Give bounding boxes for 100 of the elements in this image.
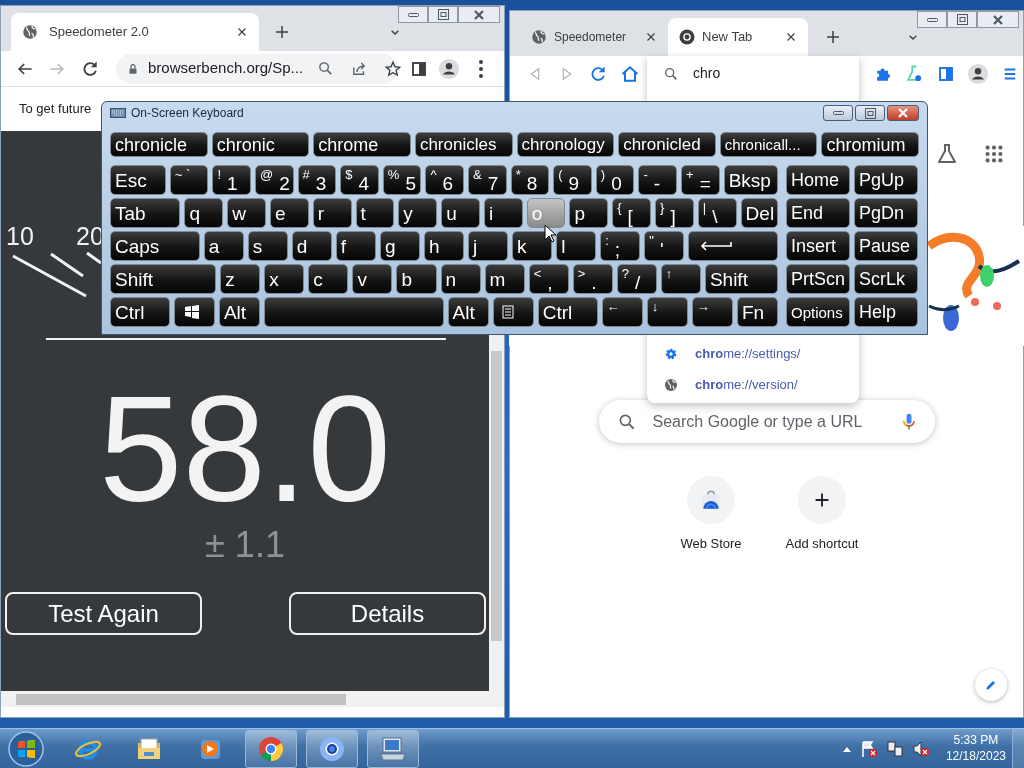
keyboard-key[interactable]: } ] — [655, 198, 694, 228]
browser-tab[interactable]: Speedometer 2.0 — [11, 13, 259, 51]
keyboard-key[interactable]: Tab — [110, 198, 181, 228]
network-icon[interactable] — [885, 739, 904, 758]
keyboard-key[interactable] — [688, 231, 778, 261]
keyboard-key[interactable]: ? / — [616, 264, 657, 294]
close-button[interactable] — [977, 11, 1019, 28]
minimize-button[interactable] — [823, 105, 853, 121]
keyboard-key[interactable]: ^ 6 — [425, 165, 465, 195]
keyboard-key[interactable]: : ; — [600, 231, 641, 261]
keyboard-key[interactable]: i — [483, 198, 523, 228]
minimize-button[interactable] — [398, 6, 428, 23]
keyboard-key[interactable]: Shift — [704, 264, 778, 294]
minimize-button[interactable] — [917, 11, 947, 28]
keyboard-key[interactable]: End — [786, 198, 850, 228]
keyboard-key[interactable]: r — [312, 198, 352, 228]
keyboard-key[interactable]: { [ — [612, 198, 652, 228]
keyboard-key[interactable]: Home — [786, 165, 850, 195]
keyboard-key[interactable]: g — [379, 231, 420, 261]
keyboard-key[interactable]: t — [355, 198, 395, 228]
new-tab-button[interactable] — [273, 23, 291, 41]
keyboard-key[interactable]: | \ — [697, 198, 737, 228]
keyboard-key[interactable]: x — [264, 264, 305, 294]
scrollbar-thumb[interactable] — [491, 351, 502, 641]
keyboard-key[interactable]: Caps — [110, 231, 200, 261]
keyboard-key[interactable]: f — [335, 231, 376, 261]
start-button[interactable] — [6, 728, 46, 768]
keyboard-key[interactable]: Fn — [736, 297, 778, 327]
keyboard-key[interactable]: PgUp — [854, 165, 918, 195]
maximize-button[interactable] — [947, 11, 977, 28]
keyboard-key[interactable]: ! 1 — [212, 165, 251, 195]
maximize-button[interactable] — [428, 6, 458, 23]
keyboard-key[interactable]: b — [396, 264, 437, 294]
close-button[interactable] — [887, 105, 919, 121]
keyboard-key[interactable]: l — [556, 231, 597, 261]
keyboard-key[interactable]: Insert — [786, 231, 850, 261]
keyboard-key[interactable]: PgDn — [854, 198, 918, 228]
prediction-key[interactable]: chronicled — [618, 132, 716, 157]
keyboard-key[interactable]: p — [569, 198, 609, 228]
keyboard-key[interactable]: k — [512, 231, 553, 261]
keyboard-key[interactable] — [173, 297, 215, 327]
profile-button[interactable] — [438, 57, 460, 80]
side-panel-button[interactable] — [937, 65, 955, 83]
keyboard-key[interactable]: Alt — [218, 297, 260, 327]
keyboard-key[interactable]: c — [308, 264, 349, 294]
prediction-key[interactable]: chronicle — [110, 132, 208, 157]
prediction-key[interactable]: chronic — [211, 132, 310, 157]
browser-tab[interactable]: New Tab — [668, 18, 808, 56]
action-center-flag-icon[interactable] — [859, 739, 878, 758]
keyboard-key[interactable]: # 3 — [297, 165, 337, 195]
browser-tab[interactable]: Speedometer — [524, 18, 664, 56]
keyboard-key[interactable]: ↓ — [646, 297, 688, 327]
prediction-key[interactable]: chronicall... — [719, 132, 818, 157]
keyboard-key[interactable]: < , — [528, 264, 569, 294]
keyboard-key[interactable]: a — [203, 231, 244, 261]
prediction-key[interactable]: chromium — [821, 132, 919, 157]
clock[interactable]: 5:33 PM 12/18/2023 — [945, 732, 1006, 765]
keyboard-key[interactable]: " ' — [644, 231, 685, 261]
keyboard-key[interactable]: + = — [681, 165, 720, 195]
keyboard-key[interactable]: @ 2 — [255, 165, 294, 195]
keyboard-key[interactable]: z — [220, 264, 261, 294]
taskbar-app[interactable] — [367, 729, 419, 768]
keyboard-key[interactable]: Options — [786, 297, 850, 327]
profile-button[interactable] — [967, 63, 989, 85]
prediction-key[interactable]: chronology — [516, 132, 615, 157]
home-button[interactable] — [620, 64, 640, 84]
side-panel-button[interactable] — [410, 59, 428, 78]
keyboard-key[interactable]: Pause — [854, 231, 918, 261]
keyboard-key[interactable]: v — [352, 264, 393, 294]
keyboard-key[interactable]: e — [270, 198, 309, 228]
keyboard-key[interactable]: s — [247, 231, 288, 261]
keyboard-key[interactable]: u — [441, 198, 480, 228]
keyboard-key[interactable]: d — [291, 231, 332, 261]
keyboard-key[interactable]: ( 9 — [553, 165, 592, 195]
keyboard-key[interactable]: ) 0 — [595, 165, 635, 195]
new-tab-button[interactable] — [824, 28, 842, 46]
suggestion-item[interactable]: chrome://settings/ — [647, 338, 859, 369]
keyboard-key[interactable]: q — [184, 198, 224, 228]
keyboard-key[interactable]: w — [227, 198, 266, 228]
maximize-button[interactable] — [855, 105, 885, 121]
keyboard-key[interactable]: Bksp — [723, 165, 779, 195]
keyboard-key[interactable]: ← — [601, 297, 643, 327]
menu-button[interactable] — [479, 59, 483, 78]
keyboard-key[interactable]: → — [691, 297, 733, 327]
keyboard-key[interactable]: Shift — [110, 264, 217, 294]
taskbar-app[interactable] — [245, 729, 297, 768]
muted-speaker-icon[interactable] — [911, 739, 930, 758]
shortcut-tile[interactable]: Web Store — [655, 476, 767, 554]
keyboard-key[interactable]: ~ ` — [169, 165, 209, 195]
keyboard-key[interactable]: % 5 — [382, 165, 422, 195]
keyboard-key[interactable] — [492, 297, 534, 327]
test-again-button[interactable]: Test Again — [5, 592, 202, 635]
keyboard-key[interactable]: Esc — [110, 165, 166, 195]
keyboard-key[interactable]: ↑ — [660, 264, 701, 294]
keyboard-key[interactable] — [264, 297, 444, 327]
search-bar[interactable]: Search Google or type a URL — [598, 400, 935, 443]
keyboard-key[interactable]: > . — [572, 264, 613, 294]
keyboard-key[interactable]: Ctrl — [110, 297, 170, 327]
search-input[interactable]: Search Google or type a URL — [650, 408, 885, 435]
keyboard-key[interactable]: PrtScn — [786, 264, 850, 294]
